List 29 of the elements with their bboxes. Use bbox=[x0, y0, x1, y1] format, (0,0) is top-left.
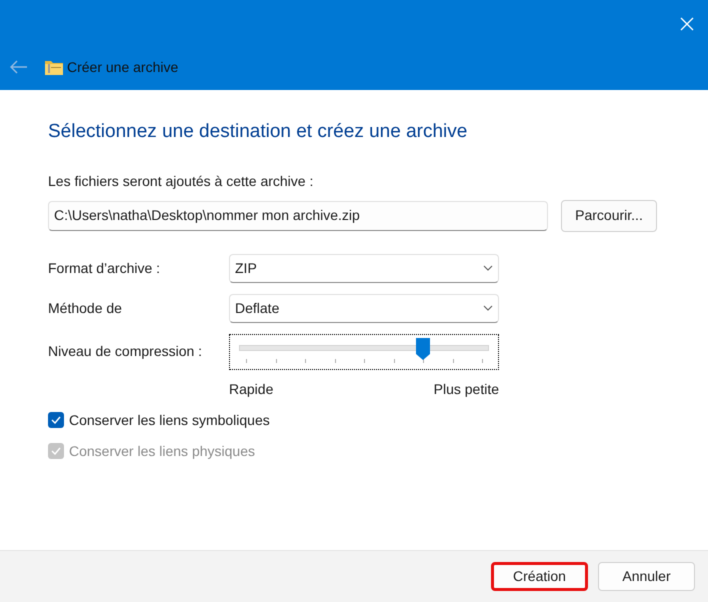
method-label: Méthode de bbox=[48, 298, 123, 318]
destination-label: Les fichiers seront ajoutés à cette archive : bbox=[48, 172, 314, 191]
path-field[interactable]: C:\Users\natha\Desktop\nommer mon archive.zip bbox=[48, 200, 548, 230]
max-label: Plus petite bbox=[434, 380, 499, 399]
tick-mark bbox=[246, 358, 247, 362]
slider-thumb[interactable] bbox=[416, 338, 430, 360]
window-title: Créer une archive bbox=[67, 58, 178, 76]
tick-mark bbox=[482, 358, 483, 362]
chevron-down-icon bbox=[483, 305, 493, 311]
chevron-down-icon bbox=[483, 265, 493, 271]
format-label: Format d’archive : bbox=[48, 258, 162, 278]
dialog-button[interactable]: Création bbox=[491, 562, 588, 591]
checkbox-label: Conserver les liens symboliques bbox=[69, 410, 270, 430]
zipped-folder-icon bbox=[45, 60, 63, 74]
tick-mark bbox=[305, 358, 306, 362]
compression-slider[interactable] bbox=[229, 334, 499, 370]
dialog-button[interactable]: Annuler bbox=[598, 562, 695, 591]
checkbox-label: Conserver les liens physiques bbox=[69, 442, 255, 461]
close-icon[interactable] bbox=[680, 17, 694, 31]
format-dropdown[interactable]: ZIP bbox=[229, 254, 499, 282]
checkmark-icon bbox=[51, 447, 61, 455]
compression-label: Niveau de compression : bbox=[48, 342, 204, 361]
dialog-heading: Sélectionnez une destination et créez une archive bbox=[48, 120, 468, 144]
checkbox[interactable] bbox=[48, 412, 64, 428]
browse-button[interactable]: Parcourir... bbox=[561, 200, 657, 232]
min-label: Rapide bbox=[229, 380, 274, 399]
method-dropdown[interactable]: Deflate bbox=[229, 294, 499, 322]
checkmark-icon bbox=[51, 416, 61, 424]
tick-mark bbox=[364, 358, 365, 362]
